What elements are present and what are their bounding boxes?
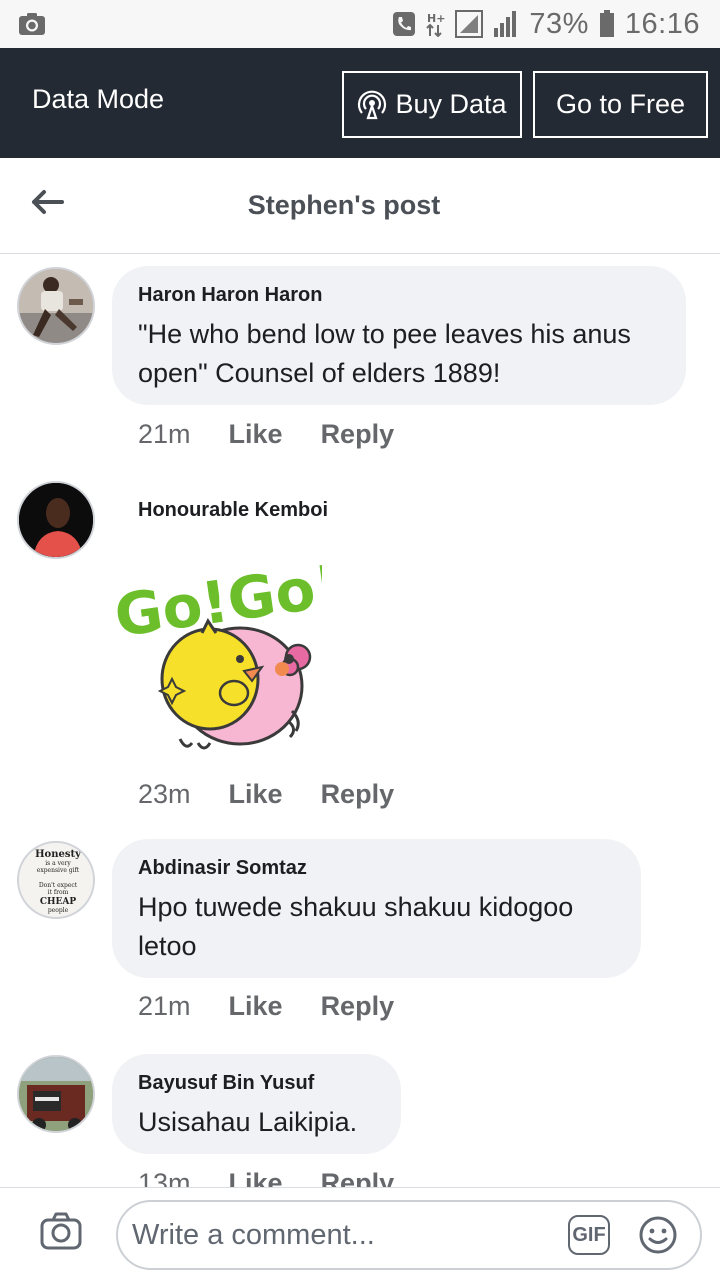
like-button[interactable]: Like (229, 1168, 283, 1187)
camera-icon[interactable] (40, 1212, 82, 1250)
signal-sim1-icon (455, 10, 484, 38)
comment-author[interactable]: Haron Haron Haron (138, 284, 660, 307)
comments-list: Haron Haron Haron "He who bend low to pe… (0, 255, 720, 1187)
svg-text:it from: it from (48, 889, 69, 896)
svg-text:H+: H+ (427, 12, 445, 25)
comment-input[interactable]: Write a comment... GIF (116, 1200, 702, 1270)
comment-bubble[interactable]: Abdinasir Somtaz Hpo tuwede shakuu shaku… (112, 839, 641, 978)
comment-actions: 23m Like Reply (138, 779, 394, 810)
comment-actions: 13m Like Reply (138, 1168, 394, 1187)
signal-sim2-icon (494, 11, 517, 37)
comment-time: 13m (138, 1168, 191, 1187)
comment-author[interactable]: Abdinasir Somtaz (138, 857, 615, 880)
comment-time: 23m (138, 779, 191, 809)
emoji-icon[interactable] (638, 1215, 678, 1255)
broadcast-icon (358, 90, 387, 119)
call-status-icon (393, 12, 416, 36)
avatar[interactable] (17, 267, 95, 345)
post-header: Stephen's post (0, 158, 720, 254)
comment-time: 21m (138, 991, 191, 1021)
gif-button[interactable]: GIF (568, 1215, 610, 1255)
clock: 16:16 (624, 7, 700, 40)
reply-button[interactable]: Reply (321, 991, 395, 1022)
comment-time: 21m (138, 419, 191, 449)
svg-text:Honesty: Honesty (35, 849, 82, 860)
reply-button[interactable]: Reply (321, 779, 395, 810)
go-go-sticker[interactable]: Go!Go! (112, 531, 322, 756)
avatar-photo (19, 1057, 93, 1131)
comment-author[interactable]: Bayusuf Bin Yusuf (138, 1072, 375, 1095)
status-bar: H+ 73% 16:16 (0, 0, 720, 48)
go-to-free-button[interactable]: Go to Free (533, 71, 708, 138)
battery-percent: 73% (529, 7, 589, 40)
comment-text: "He who bend low to pee leaves his anus … (138, 319, 631, 388)
page-title: Stephen's post (247, 190, 441, 220)
buy-data-button[interactable]: Buy Data (342, 71, 522, 138)
avatar[interactable]: Honesty is a very expensive gift Don't e… (17, 841, 95, 919)
comment-actions: 21m Like Reply (138, 991, 394, 1022)
svg-text:people: people (48, 907, 69, 914)
like-button[interactable]: Like (229, 779, 283, 810)
buy-data-label: Buy Data (395, 89, 507, 119)
screenshot-camera-icon (19, 13, 45, 35)
avatar-quote-image: Honesty is a very expensive gift Don't e… (19, 843, 93, 917)
data-mode-label: Data Mode (32, 84, 165, 114)
network-type-icon: H+ (426, 12, 445, 37)
data-mode-banner: Data Mode Buy Data Go to Free (0, 48, 720, 158)
comment-bubble[interactable]: Haron Haron Haron "He who bend low to pe… (112, 266, 686, 405)
svg-text:expensive gift: expensive gift (37, 867, 80, 874)
like-button[interactable]: Like (229, 419, 283, 450)
comment-composer: Write a comment... GIF (0, 1187, 720, 1280)
svg-text:is a very: is a very (45, 860, 71, 867)
avatar-photo (19, 483, 93, 557)
comment-actions: 21m Like Reply (138, 419, 394, 450)
avatar-photo (19, 269, 93, 343)
battery-icon (599, 10, 614, 37)
comment-author[interactable]: Honourable Kemboi (138, 499, 328, 522)
like-button[interactable]: Like (229, 991, 283, 1022)
svg-text:Don't expect: Don't expect (39, 882, 78, 889)
comment-text: Hpo tuwede shakuu shakuu kidogoo letoo (138, 892, 574, 961)
comment-bubble[interactable]: Bayusuf Bin Yusuf Usisahau Laikipia. (112, 1054, 401, 1154)
svg-text:CHEAP: CHEAP (40, 897, 77, 907)
avatar[interactable] (17, 1055, 95, 1133)
avatar[interactable] (17, 481, 95, 559)
comment-text: Usisahau Laikipia. (138, 1107, 358, 1137)
reply-button[interactable]: Reply (321, 1168, 395, 1187)
reply-button[interactable]: Reply (321, 419, 395, 450)
comment-input-placeholder: Write a comment... (132, 1219, 375, 1251)
